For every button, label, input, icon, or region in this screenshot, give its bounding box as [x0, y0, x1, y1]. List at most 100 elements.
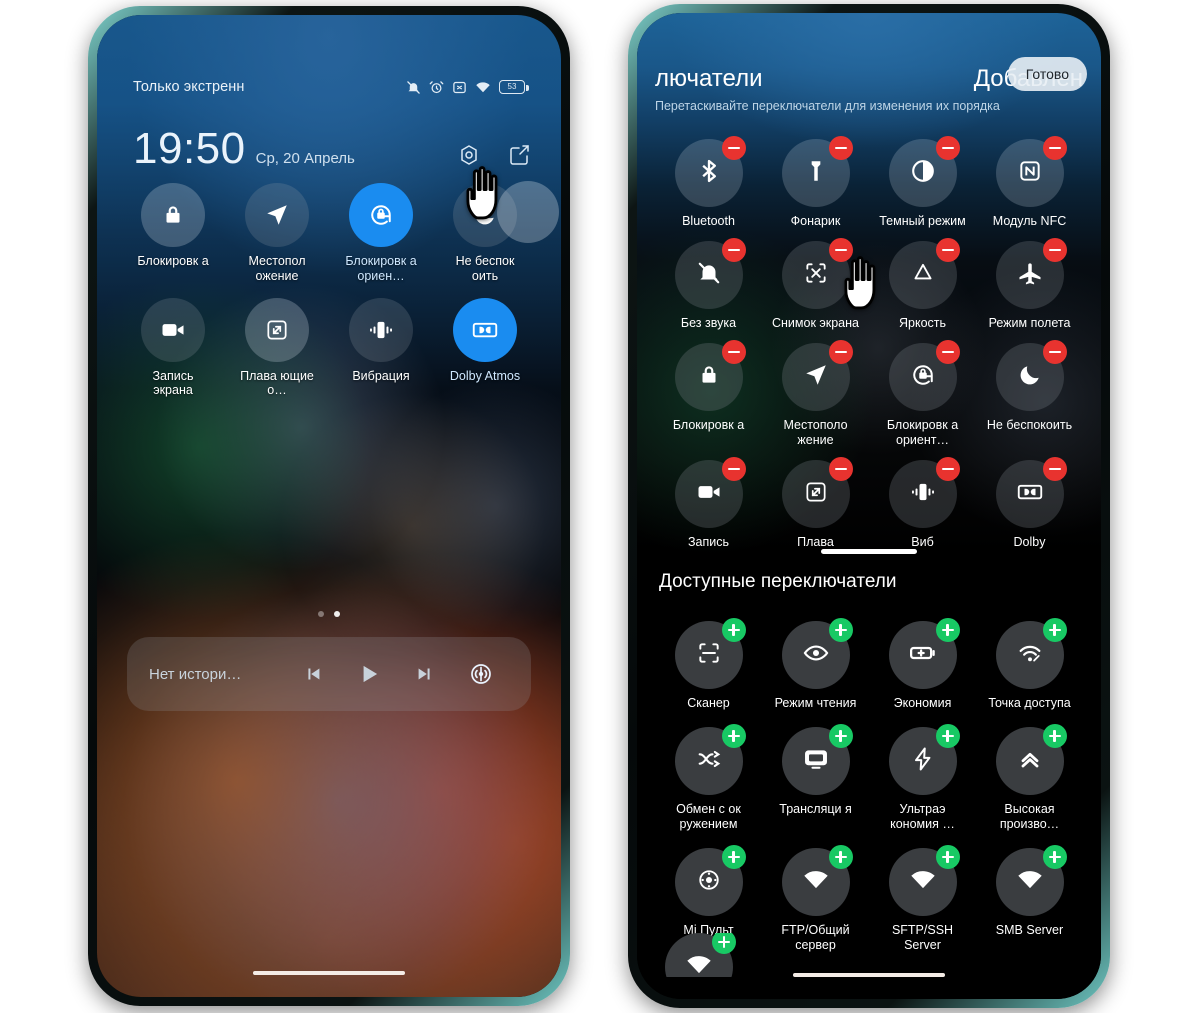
add-badge[interactable]: [721, 618, 746, 642]
remove-badge[interactable]: [721, 238, 746, 262]
available-toggle-scanner[interactable]: Сканер: [655, 618, 762, 711]
remove-badge[interactable]: [935, 238, 960, 262]
active-toggle-screenshot[interactable]: Снимок экрана: [762, 238, 869, 331]
active-toggle-dark-mode[interactable]: Темный режим: [869, 136, 976, 229]
remove-badge[interactable]: [935, 136, 960, 160]
tile-circle[interactable]: [245, 183, 309, 247]
toggle-circle-wrap[interactable]: [995, 340, 1067, 411]
qs-tile-screen-record[interactable]: Запись экрана: [121, 297, 225, 399]
remove-badge[interactable]: [1042, 340, 1067, 364]
toggle-circle-wrap[interactable]: [674, 457, 746, 528]
toggle-circle-wrap[interactable]: [781, 724, 853, 795]
qs-tile-lock[interactable]: Блокировк а: [121, 183, 225, 284]
remove-badge[interactable]: [1042, 238, 1067, 262]
add-badge[interactable]: [935, 618, 960, 642]
active-toggle-screen-record[interactable]: Запись: [655, 457, 762, 550]
available-toggle-battery-saver[interactable]: Экономия: [869, 618, 976, 711]
add-badge[interactable]: [721, 845, 746, 869]
settings-gear-icon[interactable]: [457, 143, 481, 167]
active-toggle-airplane[interactable]: Режим полета: [976, 238, 1083, 331]
remove-badge[interactable]: [828, 238, 853, 262]
active-toggle-nfc[interactable]: Модуль NFC: [976, 136, 1083, 229]
toggle-circle-wrap[interactable]: [995, 238, 1067, 309]
toggle-circle-wrap[interactable]: [888, 340, 960, 411]
toggle-circle-wrap[interactable]: [888, 136, 960, 207]
tile-circle[interactable]: [141, 183, 205, 247]
toggle-circle-wrap[interactable]: [781, 340, 853, 411]
tile-circle[interactable]: [141, 297, 205, 362]
qs-tile-dolby-atmos[interactable]: Dolby Atmos: [433, 297, 537, 399]
remove-badge[interactable]: [828, 136, 853, 160]
active-toggle-brightness[interactable]: Яркость: [869, 238, 976, 331]
tile-circle[interactable]: [453, 297, 517, 362]
play-icon[interactable]: [341, 661, 397, 687]
toggle-circle-wrap[interactable]: [781, 845, 853, 916]
active-toggle-dolby[interactable]: Dolby: [976, 457, 1083, 550]
toggle-circle-wrap[interactable]: [888, 457, 960, 528]
active-toggle-dnd[interactable]: Не беспокоить: [976, 340, 1083, 448]
available-toggle-hotspot[interactable]: Точка доступа: [976, 618, 1083, 711]
active-toggle-floating-windows[interactable]: Плава: [762, 457, 869, 550]
toggle-circle-wrap[interactable]: [781, 618, 853, 689]
toggle-circle-wrap[interactable]: [995, 618, 1067, 689]
toggle-circle-wrap[interactable]: [781, 457, 853, 528]
toggle-circle-wrap[interactable]: [888, 845, 960, 916]
available-toggle-nearby-share[interactable]: Обмен с ок ружением: [655, 724, 762, 832]
remove-badge[interactable]: [1042, 457, 1067, 481]
toggle-circle-wrap[interactable]: [674, 340, 746, 411]
page-dot[interactable]: [318, 611, 324, 617]
toggle-circle-wrap[interactable]: [781, 136, 853, 207]
available-toggle-ultra-battery-saver[interactable]: Ультраэ кономия …: [869, 724, 976, 832]
remove-badge[interactable]: [721, 457, 746, 481]
next-track-icon[interactable]: [397, 663, 453, 685]
toggle-circle-wrap[interactable]: [674, 724, 746, 795]
toggle-circle-wrap[interactable]: [674, 238, 746, 309]
edit-pencil-icon[interactable]: [507, 143, 531, 167]
toggle-circle-wrap[interactable]: [674, 845, 746, 916]
toggle-circle-wrap[interactable]: [888, 238, 960, 309]
remove-badge[interactable]: [721, 136, 746, 160]
remove-badge[interactable]: [721, 340, 746, 364]
toggle-circle-wrap[interactable]: [674, 618, 746, 689]
toggle-circle-wrap[interactable]: [995, 457, 1067, 528]
add-badge[interactable]: [828, 845, 853, 869]
toggle-circle-wrap[interactable]: [888, 618, 960, 689]
qs-tile-rotation-lock[interactable]: Блокировк а ориен…: [329, 183, 433, 284]
done-button[interactable]: Готово: [1007, 57, 1087, 91]
add-badge[interactable]: [1042, 618, 1067, 642]
add-badge[interactable]: [935, 845, 960, 869]
active-toggle-flashlight[interactable]: Фонарик: [762, 136, 869, 229]
cast-audio-icon[interactable]: [453, 662, 509, 686]
active-toggle-silent[interactable]: Без звука: [655, 238, 762, 331]
remove-badge[interactable]: [828, 340, 853, 364]
add-badge[interactable]: [828, 724, 853, 748]
tile-circle[interactable]: [349, 297, 413, 362]
add-badge[interactable]: [1042, 845, 1067, 869]
remove-badge[interactable]: [935, 457, 960, 481]
add-badge[interactable]: [1042, 724, 1067, 748]
add-badge[interactable]: [828, 618, 853, 642]
toggle-circle-wrap[interactable]: [995, 724, 1067, 795]
add-badge[interactable]: [721, 724, 746, 748]
tile-circle[interactable]: [349, 183, 413, 247]
toggle-circle-wrap[interactable]: [674, 136, 746, 207]
toggle-circle-wrap[interactable]: [888, 724, 960, 795]
remove-badge[interactable]: [1042, 136, 1067, 160]
toggle-circle-wrap[interactable]: [995, 136, 1067, 207]
active-toggle-lock[interactable]: Блокировк а: [655, 340, 762, 448]
remove-badge[interactable]: [935, 340, 960, 364]
remove-badge[interactable]: [828, 457, 853, 481]
add-badge[interactable]: [935, 724, 960, 748]
available-toggle-cast[interactable]: Трансляци я: [762, 724, 869, 832]
active-toggle-bluetooth[interactable]: Bluetooth: [655, 136, 762, 229]
available-toggle-performance[interactable]: Высокая произво…: [976, 724, 1083, 832]
toggle-circle-wrap[interactable]: [665, 933, 736, 977]
active-toggle-vibration[interactable]: Виб: [869, 457, 976, 550]
toggle-circle-wrap[interactable]: [781, 238, 853, 309]
qs-tile-floating-windows[interactable]: Плава ющие о…: [225, 297, 329, 399]
add-badge[interactable]: [712, 933, 736, 954]
qs-tile-vibration[interactable]: Вибрация: [329, 297, 433, 399]
qs-tile-location[interactable]: Местопол ожение: [225, 183, 329, 284]
available-toggle-reading-mode[interactable]: Режим чтения: [762, 618, 869, 711]
active-toggle-rotation-lock[interactable]: Блокировк а ориент…: [869, 340, 976, 448]
